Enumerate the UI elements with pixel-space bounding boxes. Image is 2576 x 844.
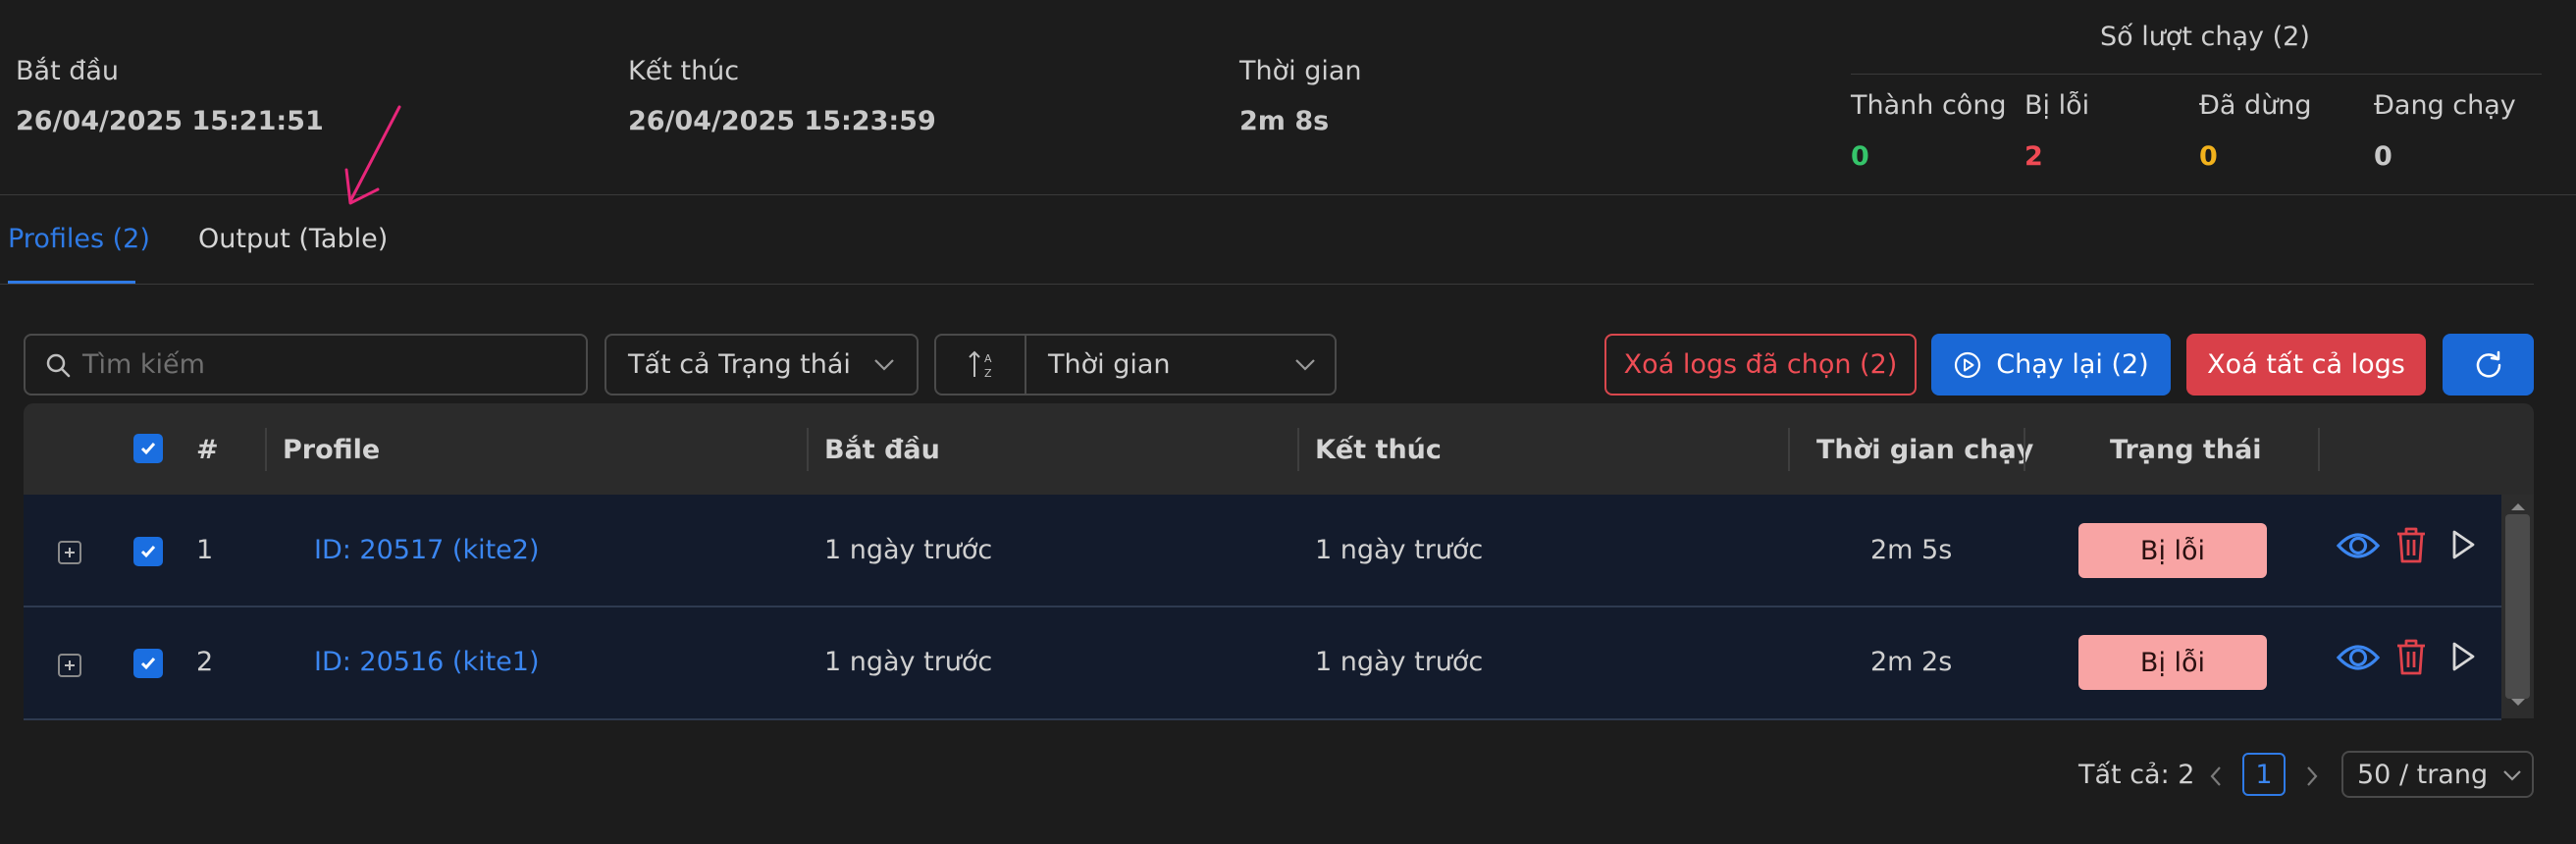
status-text: Bị lỗi [2139, 647, 2206, 678]
sort-a-z-icon: A Z [969, 350, 992, 380]
duration-label: Thời gian [1239, 56, 1362, 86]
svg-text:Z: Z [984, 367, 992, 380]
scrollbar-thumb[interactable] [2505, 514, 2530, 699]
header-separator [2318, 428, 2320, 471]
expand-row-icon[interactable] [58, 654, 81, 677]
runs-running-label: Đang chạy [2374, 90, 2516, 121]
row-start: 1 ngày trước [824, 535, 993, 565]
header-separator [1297, 428, 1299, 471]
runs-running-value: 0 [2374, 141, 2392, 172]
eye-icon[interactable] [2336, 638, 2381, 677]
play-circle-icon [1955, 351, 1981, 378]
header-start[interactable]: Bắt đầu [824, 435, 940, 465]
status-filter-select[interactable]: Tất cả Trạng thái [605, 334, 919, 396]
duration-value: 2m 8s [1239, 106, 1330, 136]
start-value: 26/04/2025 15:21:51 [16, 106, 324, 136]
status-text: Bị lỗi [2139, 535, 2206, 566]
row-runtime: 2m 5s [1870, 535, 1953, 565]
tab-output-table[interactable]: Output (Table) [198, 224, 388, 254]
play-icon[interactable] [2449, 641, 2477, 672]
rerun-button[interactable]: Chạy lại (2) [1931, 334, 2171, 396]
tab-profiles[interactable]: Profiles (2) [8, 224, 150, 254]
trash-icon[interactable] [2394, 525, 2428, 564]
expand-row-icon[interactable] [58, 541, 81, 564]
check-icon [140, 658, 156, 670]
refresh-icon [2476, 350, 2500, 378]
scroll-down-icon[interactable] [2509, 697, 2527, 709]
row-index: 1 [196, 535, 214, 565]
row-start: 1 ngày trước [824, 647, 993, 677]
end-value: 26/04/2025 15:23:59 [628, 106, 936, 136]
trash-icon[interactable] [2394, 637, 2428, 676]
delete-selected-logs-button[interactable]: Xoá logs đã chọn (2) [1604, 334, 1917, 396]
row-checkbox[interactable] [133, 537, 163, 566]
search-input[interactable]: Tìm kiếm [24, 334, 588, 396]
sort-divider [1025, 336, 1026, 394]
header-profile[interactable]: Profile [283, 435, 380, 465]
check-icon [140, 443, 156, 455]
start-label: Bắt đầu [16, 56, 120, 86]
row-end: 1 ngày trước [1315, 535, 1484, 565]
runs-error-value: 2 [2024, 141, 2043, 172]
delete-selected-logs-label: Xoá logs đã chọn (2) [1623, 349, 1898, 380]
page-size-select[interactable]: 50 / trang [2341, 751, 2534, 798]
scroll-up-icon[interactable] [2509, 501, 2527, 512]
delete-all-logs-label: Xoá tất cả logs [2207, 349, 2405, 380]
page-number: 1 [2255, 759, 2273, 790]
sort-field-value: Thời gian [1048, 349, 1171, 380]
annotation-arrow-icon [344, 105, 401, 205]
header-index: # [196, 435, 219, 465]
end-label: Kết thúc [628, 56, 740, 86]
check-icon [140, 546, 156, 558]
runs-divider [1851, 74, 2542, 75]
status-filter-value: Tất cả Trạng thái [628, 349, 851, 380]
header-separator [807, 428, 809, 471]
profile-link[interactable]: ID: 20516 (kite1) [314, 647, 540, 677]
pagination-total: Tất cả: 2 [2078, 760, 2195, 790]
chevron-down-icon [1295, 359, 1315, 371]
delete-all-logs-button[interactable]: Xoá tất cả logs [2186, 334, 2426, 396]
refresh-button[interactable] [2443, 334, 2534, 396]
search-placeholder: Tìm kiếm [82, 349, 205, 380]
svg-text:A: A [984, 352, 992, 365]
status-badge: Bị lỗi [2078, 635, 2267, 690]
select-all-checkbox[interactable] [133, 434, 163, 463]
status-badge: Bị lỗi [2078, 523, 2267, 578]
page-button-1[interactable]: 1 [2242, 753, 2286, 796]
runs-stopped-value: 0 [2199, 141, 2218, 172]
rerun-label: Chạy lại (2) [1996, 349, 2149, 380]
runs-success-value: 0 [1851, 141, 1869, 172]
page-size-value: 50 / trang [2357, 760, 2489, 790]
chevron-down-icon [874, 359, 894, 371]
header-status[interactable]: Trạng thái [2110, 435, 2262, 465]
chevron-down-icon [2503, 770, 2521, 781]
header-separator [1788, 428, 1790, 471]
runs-error-label: Bị lỗi [2024, 90, 2090, 121]
runs-stopped-label: Đã dừng [2199, 90, 2312, 121]
chevron-right-icon[interactable] [2305, 765, 2319, 787]
search-icon [46, 353, 71, 378]
profile-link[interactable]: ID: 20517 (kite2) [314, 535, 540, 565]
header-separator [265, 428, 267, 471]
row-end: 1 ngày trước [1315, 647, 1484, 677]
eye-icon[interactable] [2336, 526, 2381, 565]
header-end[interactable]: Kết thúc [1315, 435, 1442, 465]
row-index: 2 [196, 647, 214, 677]
tabs-divider [0, 284, 2534, 285]
sort-select[interactable]: A Z Thời gian [934, 334, 1337, 396]
header-separator [2024, 428, 2025, 471]
row-runtime: 2m 2s [1870, 647, 1953, 677]
row-checkbox[interactable] [133, 649, 163, 678]
chevron-left-icon[interactable] [2209, 765, 2223, 787]
play-icon[interactable] [2449, 529, 2477, 560]
header-runtime[interactable]: Thời gian chạy [1816, 435, 2033, 465]
runs-title: Số lượt chạy (2) [2100, 22, 2310, 52]
runs-success-label: Thành công [1851, 90, 2007, 121]
